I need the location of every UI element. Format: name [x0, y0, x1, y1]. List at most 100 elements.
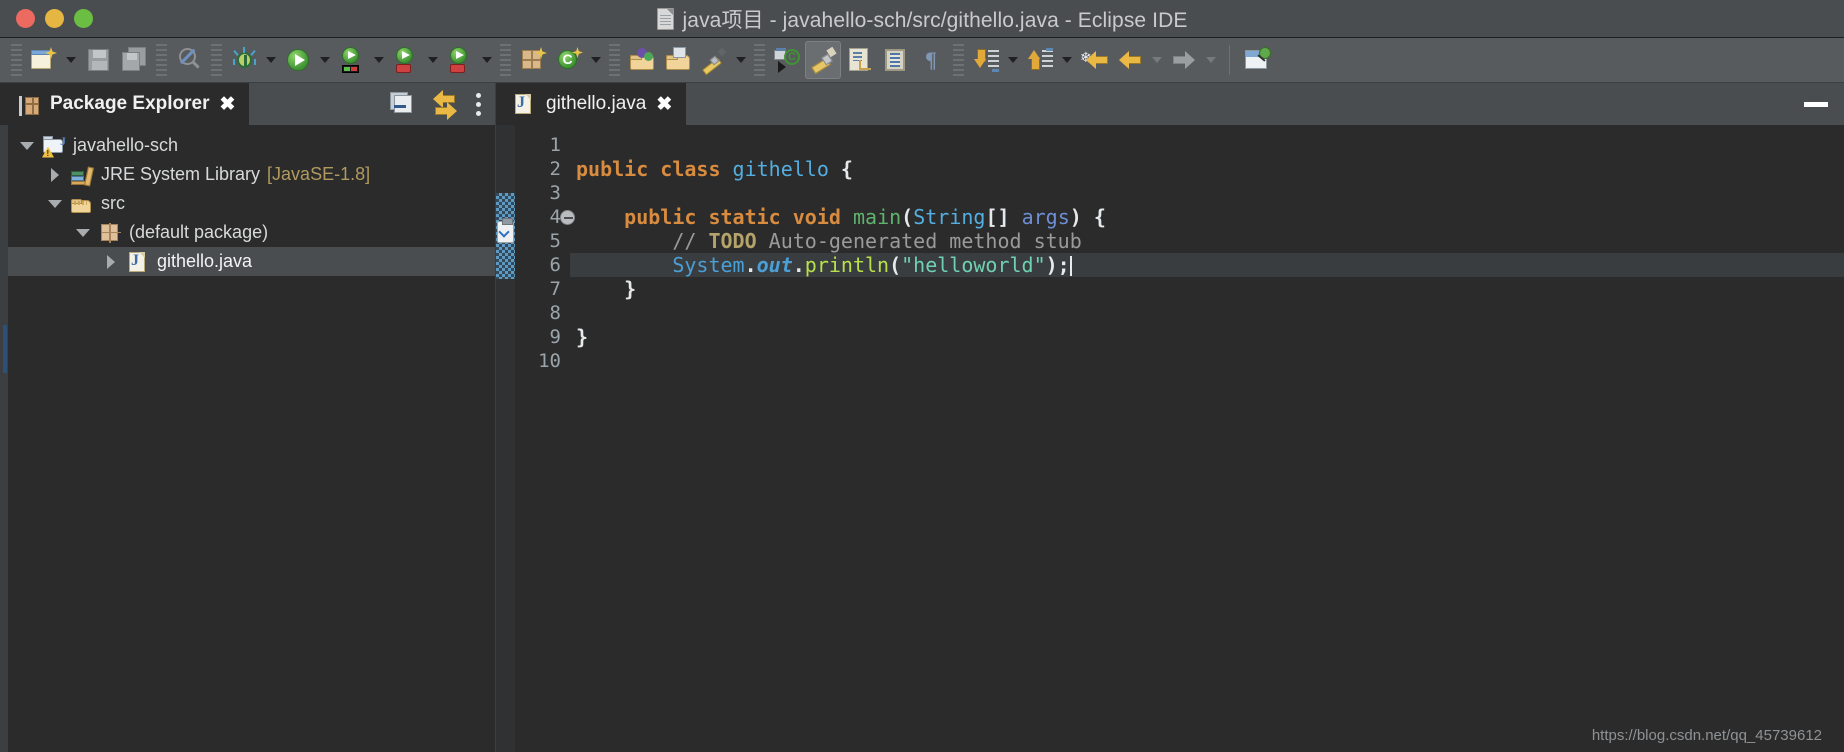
- code-token: }: [576, 277, 637, 301]
- quick-fix-dropdown[interactable]: [732, 41, 750, 79]
- save-button[interactable]: [80, 41, 116, 79]
- code-line: public static void main(String[] args) {: [570, 205, 1844, 229]
- toggle-block-selection-button[interactable]: [877, 41, 913, 79]
- external-tools-button[interactable]: [442, 41, 478, 79]
- debug-dropdown[interactable]: [262, 41, 280, 79]
- code-token: githello: [732, 157, 829, 181]
- show-whitespace-button[interactable]: [841, 41, 877, 79]
- close-window-button[interactable]: [16, 9, 35, 28]
- toolbar-grip-3[interactable]: [211, 44, 222, 76]
- next-annotation-icon: [972, 46, 1000, 74]
- toolbar-group-run: [226, 40, 496, 80]
- close-icon[interactable]: ✖: [219, 95, 235, 114]
- editor-line-number-ruler: 1 2 3 4 5 6 7 8 9 10: [515, 125, 575, 752]
- code-line: // TODO Auto-generated method stub: [570, 229, 1844, 253]
- next-annotation-button[interactable]: [968, 41, 1004, 79]
- toolbar-grip-6[interactable]: [754, 44, 765, 76]
- paragraph-button[interactable]: ¶: [913, 41, 949, 79]
- package-explorer-tree[interactable]: J javahello-sch JRE System Library [Java…: [0, 125, 495, 752]
- previous-annotation-button[interactable]: [1022, 41, 1058, 79]
- new-java-package-button[interactable]: [515, 41, 551, 79]
- tree-item-src[interactable]: src: [3, 189, 495, 218]
- tab-package-explorer[interactable]: Package Explorer ✖: [0, 83, 250, 125]
- external-tools-icon: [446, 46, 474, 74]
- back-button[interactable]: [1112, 41, 1148, 79]
- maximize-window-button[interactable]: [74, 9, 93, 28]
- tab-githello-java[interactable]: J githello.java ✖: [496, 83, 687, 125]
- minimize-window-button[interactable]: [45, 9, 64, 28]
- window-title-container: java项目 - javahello-sch/src/githello.java…: [0, 4, 1844, 34]
- quick-fix-button[interactable]: [696, 41, 732, 79]
- open-perspective-button[interactable]: [1239, 41, 1275, 79]
- code-token: {: [1081, 205, 1106, 229]
- toolbar-grip-4[interactable]: [500, 44, 511, 76]
- open-task-button[interactable]: [660, 41, 696, 79]
- main-toolbar: C C ¶ ❄: [0, 38, 1844, 83]
- twisty-icon[interactable]: [19, 138, 35, 154]
- run-configurations-button[interactable]: [334, 41, 370, 79]
- coverage-button[interactable]: [388, 41, 424, 79]
- todo-task-marker-icon[interactable]: [497, 218, 514, 243]
- code-token: .: [792, 253, 805, 277]
- run-configurations-dropdown[interactable]: [370, 41, 388, 79]
- page-return-icon: [845, 46, 873, 74]
- open-perspective-icon: [1243, 46, 1271, 74]
- open-type-button[interactable]: [624, 41, 660, 79]
- kebab-menu-icon[interactable]: [476, 92, 481, 116]
- toolbar-group-open: [624, 40, 750, 80]
- new-class-icon: C: [555, 46, 583, 74]
- last-edit-location-button[interactable]: ❄: [1076, 41, 1112, 79]
- forward-dropdown[interactable]: [1202, 41, 1220, 79]
- editor-text-area[interactable]: 1 2 3 4 5 6 7 8 9 10 public class githel…: [496, 125, 1844, 752]
- run-dropdown[interactable]: [316, 41, 334, 79]
- line-number: 7: [549, 278, 561, 300]
- code-token: {: [840, 157, 853, 181]
- back-dropdown[interactable]: [1148, 41, 1166, 79]
- code-token: out: [756, 253, 793, 277]
- new-wizard-dropdown[interactable]: [62, 41, 80, 79]
- twisty-icon[interactable]: [75, 225, 91, 241]
- window-title: java项目 - javahello-sch/src/githello.java…: [682, 8, 1188, 32]
- forward-button[interactable]: [1166, 41, 1202, 79]
- previous-annotation-dropdown[interactable]: [1058, 41, 1076, 79]
- link-with-editor-icon[interactable]: [432, 90, 460, 120]
- source-code[interactable]: public class githello { public static vo…: [570, 125, 1844, 752]
- toolbar-grip-2[interactable]: [156, 44, 167, 76]
- new-wizard-button[interactable]: [26, 41, 62, 79]
- external-tools-dropdown[interactable]: [478, 41, 496, 79]
- editor-marker-bar[interactable]: [496, 125, 515, 752]
- toggle-mark-occurrences-button[interactable]: [805, 41, 841, 79]
- view-left-edge: [3, 125, 8, 752]
- collapse-all-icon[interactable]: [388, 90, 416, 118]
- cvs-checkout-button[interactable]: [769, 41, 805, 79]
- tree-item-jre-system-library[interactable]: JRE System Library [JavaSE-1.8]: [3, 160, 495, 189]
- twisty-icon[interactable]: [47, 196, 63, 212]
- tree-item-githello-java[interactable]: J githello.java: [3, 247, 495, 276]
- new-java-class-dropdown[interactable]: [587, 41, 605, 79]
- coverage-dropdown[interactable]: [424, 41, 442, 79]
- save-all-button[interactable]: [116, 41, 152, 79]
- minimize-editor-icon[interactable]: [1804, 101, 1828, 107]
- new-java-class-button[interactable]: C: [551, 41, 587, 79]
- package-explorer-tab-label: Package Explorer: [50, 93, 210, 114]
- forward-arrow-icon: [1170, 46, 1198, 74]
- twisty-icon[interactable]: [103, 254, 119, 270]
- package-explorer-view: Package Explorer ✖ J ! javahello-sch JRE…: [0, 83, 496, 752]
- editor-tabrow: J githello.java ✖: [496, 83, 1844, 125]
- tree-item-default-package[interactable]: (default package): [3, 218, 495, 247]
- run-button[interactable]: [280, 41, 316, 79]
- debug-button[interactable]: [226, 41, 262, 79]
- toolbar-grip[interactable]: [11, 44, 22, 76]
- run-play-icon: [284, 46, 312, 74]
- toolbar-grip-5[interactable]: [609, 44, 620, 76]
- toolbar-group-search: [171, 40, 207, 80]
- java-project-icon: J: [42, 134, 66, 158]
- search-button[interactable]: [171, 41, 207, 79]
- twisty-icon[interactable]: [47, 167, 63, 183]
- tree-item-javahello-sch[interactable]: J javahello-sch: [3, 131, 495, 160]
- next-annotation-dropdown[interactable]: [1004, 41, 1022, 79]
- close-icon[interactable]: ✖: [656, 95, 672, 114]
- toolbar-grip-7[interactable]: [953, 44, 964, 76]
- code-token: );: [1045, 253, 1070, 277]
